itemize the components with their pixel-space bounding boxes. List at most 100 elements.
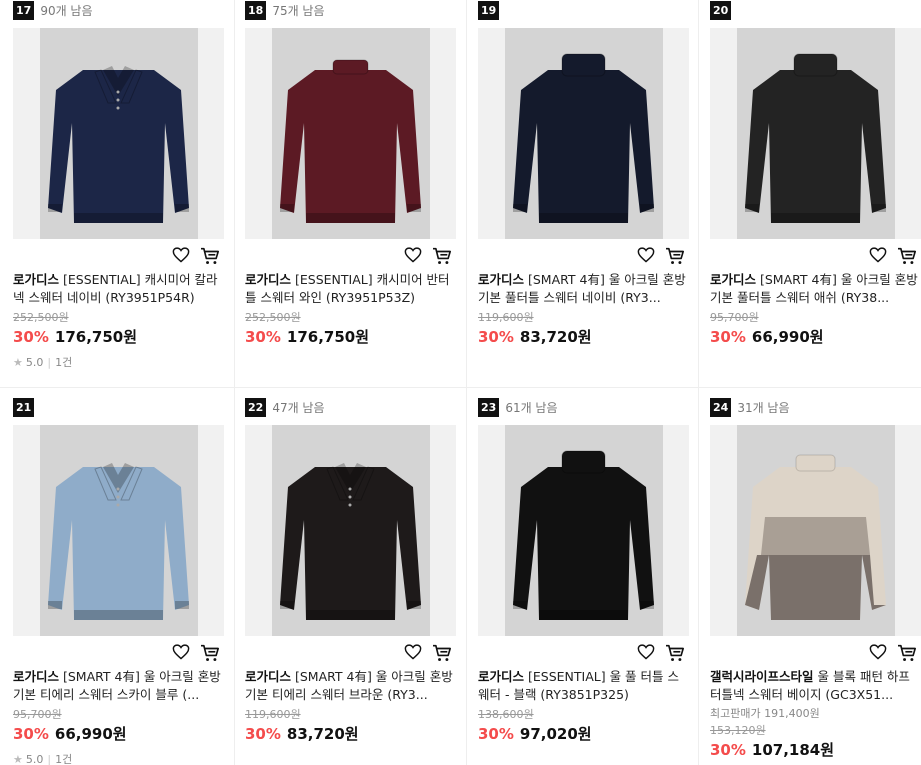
- product-card[interactable]: 18 75개 남음 로가디스 [ESSENTIAL] 캐시미어 반터틀 스웨터 …: [245, 0, 457, 347]
- sweater-illustration: [513, 53, 654, 223]
- product-card[interactable]: 20 로가디스 [SMART 4有] 울 아크릴 혼방 기본 풀터틀 스웨터 애…: [710, 0, 921, 347]
- cart-icon[interactable]: [897, 247, 917, 265]
- stock-remaining: 75개 남음: [272, 3, 325, 18]
- brand-name[interactable]: 로가디스: [710, 272, 756, 287]
- cart-icon[interactable]: [200, 644, 220, 662]
- brand-name[interactable]: 로가디스: [478, 669, 524, 684]
- product-title[interactable]: 로가디스 [ESSENTIAL] 캐시미어 칼라넥 스웨터 네이비 (RY395…: [13, 271, 225, 307]
- product-card[interactable]: 24 31개 남음 갤럭시라이프스타일 울 블록 패턴 하프 터틀넥 스웨터 베…: [710, 397, 921, 760]
- heart-icon[interactable]: [172, 247, 190, 263]
- product-card[interactable]: 21 로가디스 [SMART 4有] 울 아크릴 혼방 기본 티에리 스웨터 스…: [13, 397, 225, 765]
- discount-rate: 30%: [710, 328, 746, 346]
- rating-score: 5.0: [25, 355, 44, 369]
- sale-price: 83,720원: [519, 328, 592, 346]
- rating-score: 5.0: [25, 752, 44, 765]
- original-price: 153,120원: [710, 724, 766, 737]
- product-image[interactable]: [478, 28, 689, 239]
- brand-name[interactable]: 로가디스: [245, 669, 291, 684]
- original-price: 252,500원: [245, 311, 301, 324]
- rating: ★ 5.0 | 1건: [13, 355, 73, 370]
- rank-badge: 24: [710, 397, 732, 417]
- product-image[interactable]: [245, 425, 456, 636]
- column-divider: [698, 0, 699, 765]
- discount-rate: 30%: [13, 725, 49, 743]
- stock-remaining: 61개 남음: [505, 400, 558, 415]
- review-count: 1건: [55, 753, 73, 765]
- discount-rate: 30%: [13, 328, 49, 346]
- original-price: 95,700원: [710, 311, 759, 324]
- heart-icon[interactable]: [404, 247, 422, 263]
- product-title[interactable]: 로가디스 [SMART 4有] 울 아크릴 혼방 기본 티에리 스웨터 스카이 …: [13, 668, 225, 704]
- brand-name[interactable]: 로가디스: [13, 669, 59, 684]
- product-card[interactable]: 23 61개 남음 로가디스 [ESSENTIAL] 울 풀 터틀 스웨터 - …: [478, 397, 690, 744]
- sweater-illustration: [280, 463, 421, 620]
- product-title[interactable]: 로가디스 [SMART 4有] 울 아크릴 혼방 기본 풀터틀 스웨터 애쉬 (…: [710, 271, 921, 307]
- rank-badge: 18: [245, 0, 267, 20]
- discount-rate: 30%: [710, 741, 746, 759]
- product-image[interactable]: [13, 425, 224, 636]
- heart-icon[interactable]: [637, 644, 655, 660]
- sale-price: 83,720원: [286, 725, 359, 743]
- cart-icon[interactable]: [200, 247, 220, 265]
- row-divider: [0, 387, 921, 388]
- star-icon: ★: [13, 355, 23, 369]
- rank-badge: 20: [710, 0, 732, 20]
- heart-icon[interactable]: [637, 247, 655, 263]
- brand-name[interactable]: 로가디스: [478, 272, 524, 287]
- discount-rate: 30%: [245, 725, 281, 743]
- product-image[interactable]: [13, 28, 224, 239]
- product-title[interactable]: 로가디스 [ESSENTIAL] 울 풀 터틀 스웨터 - 블랙 (RY3851…: [478, 668, 690, 704]
- cart-icon[interactable]: [665, 247, 685, 265]
- sweater-illustration: [513, 450, 654, 620]
- original-price: 138,600원: [478, 708, 534, 721]
- product-image[interactable]: [710, 425, 921, 636]
- discount-rate: 30%: [478, 725, 514, 743]
- rank-badge: 22: [245, 397, 267, 417]
- heart-icon[interactable]: [869, 247, 887, 263]
- sweater-illustration: [48, 66, 189, 223]
- product-image[interactable]: [710, 28, 921, 239]
- column-divider: [466, 0, 467, 765]
- sweater-illustration: [745, 454, 886, 620]
- heart-icon[interactable]: [869, 644, 887, 660]
- cart-icon[interactable]: [432, 247, 452, 265]
- brand-name[interactable]: 로가디스: [245, 272, 291, 287]
- product-card[interactable]: 22 47개 남음 로가디스 [SMART 4有] 울 아크릴 혼방 기본 티에…: [245, 397, 457, 744]
- original-price: 95,700원: [13, 708, 62, 721]
- stock-remaining: 90개 남음: [40, 3, 93, 18]
- cart-icon[interactable]: [897, 644, 917, 662]
- product-image[interactable]: [478, 425, 689, 636]
- star-icon: ★: [13, 752, 23, 765]
- rank-badge: 19: [478, 0, 500, 20]
- product-title[interactable]: 로가디스 [SMART 4有] 울 아크릴 혼방 기본 풀터틀 스웨터 네이비 …: [478, 271, 690, 307]
- original-price: 119,600원: [478, 311, 534, 324]
- sale-price: 176,750원: [54, 328, 138, 346]
- brand-name[interactable]: 갤럭시라이프스타일: [710, 669, 814, 684]
- sweater-illustration: [745, 53, 886, 223]
- sale-price: 66,990원: [54, 725, 127, 743]
- brand-name[interactable]: 로가디스: [13, 272, 59, 287]
- sale-price: 176,750원: [286, 328, 370, 346]
- cart-icon[interactable]: [432, 644, 452, 662]
- product-title[interactable]: 로가디스 [ESSENTIAL] 캐시미어 반터틀 스웨터 와인 (RY3951…: [245, 271, 457, 307]
- discount-rate: 30%: [478, 328, 514, 346]
- original-price: 119,600원: [245, 708, 301, 721]
- best-price: 최고판매가 191,400원: [710, 707, 820, 720]
- rating: ★ 5.0 | 1건: [13, 752, 73, 765]
- stock-remaining: 47개 남음: [272, 400, 325, 415]
- sweater-illustration: [280, 59, 421, 223]
- product-title[interactable]: 로가디스 [SMART 4有] 울 아크릴 혼방 기본 티에리 스웨터 브라운 …: [245, 668, 457, 704]
- product-card[interactable]: 19 로가디스 [SMART 4有] 울 아크릴 혼방 기본 풀터틀 스웨터 네…: [478, 0, 690, 347]
- rank-badge: 23: [478, 397, 500, 417]
- product-card[interactable]: 17 90개 남음 로가디스 [ESSENTIAL] 캐시미어 칼라넥 스웨터 …: [13, 0, 225, 370]
- sweater-illustration: [48, 463, 189, 620]
- heart-icon[interactable]: [404, 644, 422, 660]
- product-title[interactable]: 갤럭시라이프스타일 울 블록 패턴 하프 터틀넥 스웨터 베이지 (GC3X51…: [710, 668, 921, 704]
- heart-icon[interactable]: [172, 644, 190, 660]
- rank-badge: 21: [13, 397, 35, 417]
- sale-price: 97,020원: [519, 725, 592, 743]
- product-image[interactable]: [245, 28, 456, 239]
- cart-icon[interactable]: [665, 644, 685, 662]
- sale-price: 107,184원: [751, 741, 835, 759]
- stock-remaining: 31개 남음: [737, 400, 790, 415]
